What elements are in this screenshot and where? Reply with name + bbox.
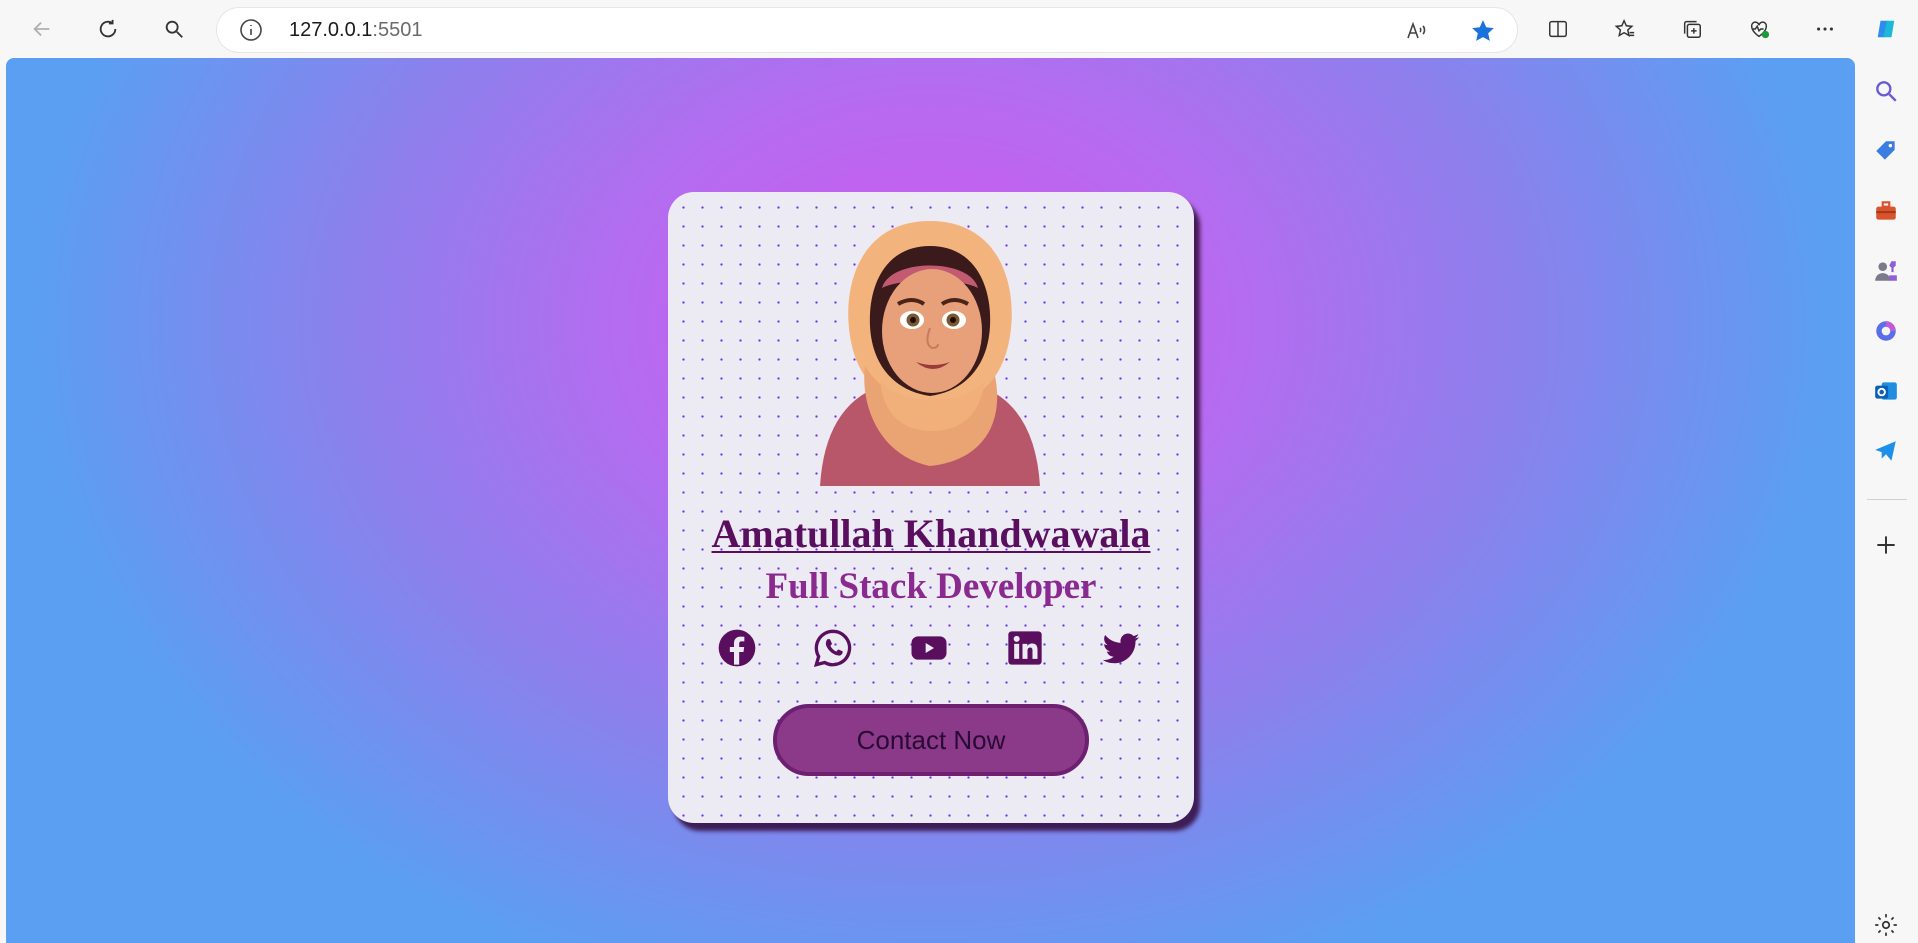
split-screen-button[interactable]: [1540, 12, 1576, 46]
collections-icon: [1683, 20, 1701, 38]
youtube-icon: [911, 636, 947, 660]
search-icon: [1876, 81, 1897, 102]
read-aloud-button[interactable]: [1403, 17, 1431, 45]
browser-essentials-icon: [1750, 21, 1770, 39]
youtube-link[interactable]: [908, 627, 950, 669]
profile-name: Amatullah Khandwawala: [711, 511, 1151, 556]
more-icon: [1817, 27, 1833, 31]
profile-card: Amatullah Khandwawala Full Stack Develop…: [668, 192, 1194, 823]
split-screen-icon: [1549, 20, 1567, 38]
url-text[interactable]: 127.0.0.1:5501: [289, 19, 422, 42]
facebook-link[interactable]: [716, 627, 758, 669]
favorites-icon: [1614, 18, 1635, 37]
profile-title: Full Stack Developer: [765, 566, 1097, 607]
sidebar-settings-button[interactable]: [1871, 910, 1901, 940]
favorites-button[interactable]: [1607, 12, 1643, 46]
collections-button[interactable]: [1674, 12, 1710, 46]
url-host: 127.0.0.1: [289, 19, 373, 41]
read-aloud-icon: [1407, 21, 1426, 39]
refresh-icon: [99, 19, 117, 38]
sidebar-shopping-button[interactable]: [1871, 136, 1901, 166]
url-port: :5501: [372, 19, 423, 41]
add-icon: [1877, 536, 1895, 554]
sidebar-tools-button[interactable]: [1871, 196, 1901, 226]
more-button[interactable]: [1807, 12, 1843, 46]
outlook-icon: [1875, 382, 1897, 400]
shopping-tag-icon: [1876, 141, 1895, 160]
games-icon: [1875, 261, 1897, 281]
tools-icon: [1876, 201, 1896, 220]
twitter-link[interactable]: [1100, 627, 1142, 669]
telegram-icon: [1875, 441, 1896, 461]
search-button[interactable]: [156, 12, 192, 46]
linkedin-link[interactable]: [1004, 627, 1046, 669]
settings-icon: [1875, 914, 1897, 936]
copilot-icon: [1876, 321, 1896, 341]
back-arrow-icon: [33, 21, 50, 37]
facebook-icon: [718, 629, 756, 667]
copilot-button[interactable]: [1868, 12, 1904, 46]
page-viewport: Amatullah Khandwawala Full Stack Develop…: [6, 58, 1855, 943]
sidebar-add-button[interactable]: [1871, 530, 1901, 560]
whatsapp-link[interactable]: [812, 627, 854, 669]
sidebar-search-button[interactable]: [1871, 76, 1901, 106]
contact-now-button[interactable]: Contact Now: [773, 704, 1089, 776]
info-icon[interactable]: [239, 18, 263, 42]
twitter-icon: [1102, 633, 1140, 664]
sidebar-copilot-button[interactable]: [1871, 316, 1901, 346]
back-button[interactable]: [24, 12, 60, 46]
browser-window: 127.0.0.1:5501 Amatullah Khandwawala Ful…: [0, 0, 1918, 943]
social-links: [716, 627, 1146, 669]
favorite-button[interactable]: [1469, 17, 1497, 45]
whatsapp-icon: [813, 629, 852, 668]
search-icon: [165, 20, 183, 38]
sidebar-telegram-button[interactable]: [1871, 436, 1901, 466]
copilot-icon: [1877, 20, 1895, 38]
browser-essentials-button[interactable]: [1741, 12, 1777, 46]
sidebar-games-button[interactable]: [1871, 256, 1901, 286]
browser-sidebar: [1855, 58, 1918, 943]
address-bar[interactable]: 127.0.0.1:5501: [217, 8, 1517, 52]
browser-toolbar: 127.0.0.1:5501: [0, 0, 1918, 58]
refresh-button[interactable]: [90, 12, 126, 46]
sidebar-divider: [1867, 499, 1907, 500]
avatar: [820, 221, 1040, 486]
sidebar-outlook-button[interactable]: [1871, 376, 1901, 406]
star-icon: [1472, 20, 1494, 41]
linkedin-icon: [1008, 631, 1042, 665]
